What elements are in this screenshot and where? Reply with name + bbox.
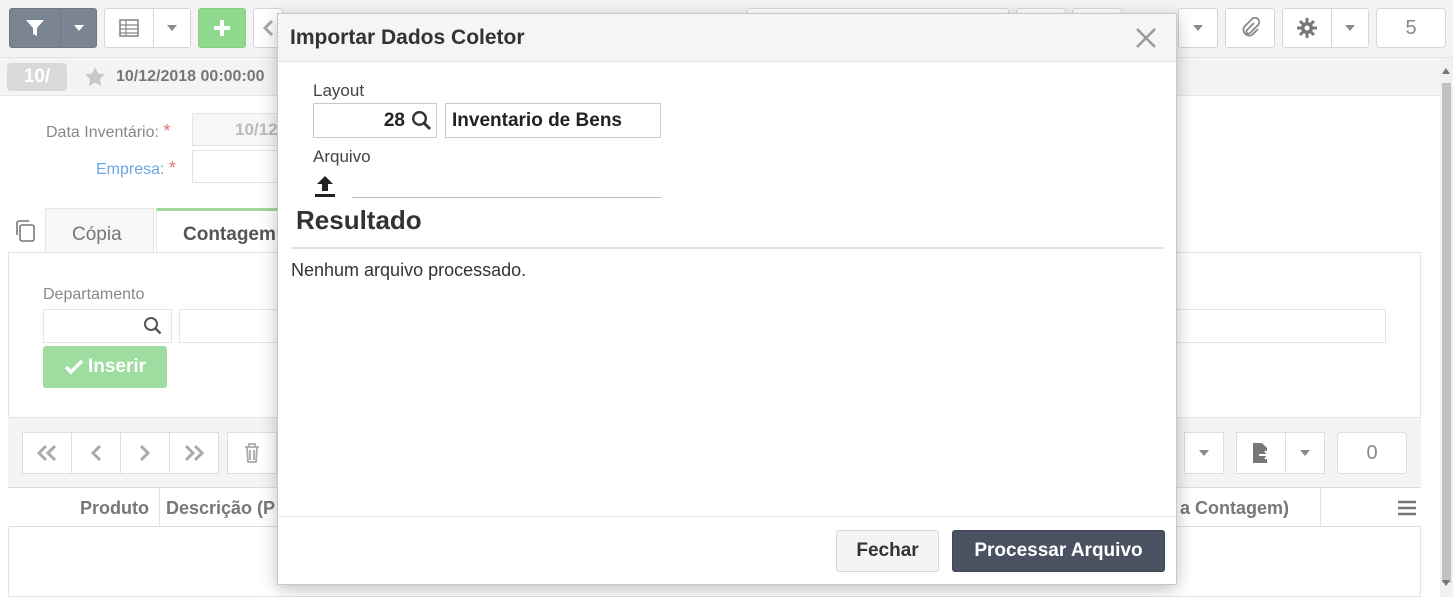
- menu-icon[interactable]: [1397, 499, 1417, 517]
- column-header-contagem[interactable]: a Contagem): [1180, 498, 1289, 519]
- layout-label: Layout: [313, 81, 365, 100]
- dialog-footer: Fechar Processar Arquivo: [278, 516, 1176, 584]
- table-view-button[interactable]: [104, 8, 154, 48]
- result-title: Resultado: [296, 205, 422, 235]
- scroll-thumb[interactable]: [1442, 83, 1451, 583]
- column-header-descricao[interactable]: Descrição (P: [166, 498, 275, 519]
- copy-icon[interactable]: [14, 219, 38, 243]
- departamento-label: Departamento: [43, 286, 145, 303]
- settings-dropdown[interactable]: [1331, 8, 1369, 48]
- filter-icon: [26, 20, 44, 36]
- scroll-down-icon[interactable]: [1442, 580, 1450, 586]
- filter-button[interactable]: [9, 8, 61, 48]
- page-scrollbar[interactable]: [1440, 58, 1453, 597]
- process-file-button[interactable]: Processar Arquivo: [952, 530, 1165, 572]
- search-icon[interactable]: [143, 316, 163, 336]
- delete-button[interactable]: [227, 432, 277, 474]
- next-page-button[interactable]: [120, 432, 170, 474]
- insert-button[interactable]: Inserir: [43, 346, 167, 388]
- filter-dropdown-button[interactable]: [60, 8, 97, 48]
- record-count: 5: [1405, 16, 1417, 39]
- dialog-header: Importar Dados Coletor: [278, 14, 1176, 62]
- layout-code-input[interactable]: 28: [313, 103, 437, 138]
- record-count-badge: 5: [1376, 8, 1446, 48]
- settings-button[interactable]: [1282, 8, 1332, 48]
- chevron-down-icon: [1345, 25, 1355, 31]
- attachments-button[interactable]: [1225, 8, 1275, 48]
- departamento-code-input[interactable]: [43, 309, 172, 343]
- close-icon[interactable]: [1132, 24, 1160, 52]
- file-input-line[interactable]: [352, 197, 661, 198]
- export-button[interactable]: [1236, 432, 1286, 474]
- layout-name-field: Inventario de Bens: [445, 103, 661, 138]
- gear-icon: [1297, 18, 1317, 38]
- dialog-title: Importar Dados Coletor: [290, 26, 525, 49]
- column-header-produto[interactable]: Produto: [80, 498, 149, 519]
- check-icon: [64, 359, 84, 375]
- scroll-up-icon[interactable]: [1442, 68, 1450, 74]
- chevron-left-icon: [262, 19, 274, 37]
- record-date: 10/12/2018 00:00:00: [116, 68, 265, 85]
- data-inventario-field[interactable]: 10/12: [192, 113, 282, 146]
- empresa-label[interactable]: Empresa: *: [96, 158, 176, 179]
- chevron-down-icon: [1199, 450, 1209, 456]
- star-icon[interactable]: [83, 65, 107, 89]
- chevron-down-icon: [1300, 450, 1310, 456]
- tab-copia[interactable]: Cópia: [45, 208, 154, 253]
- first-icon: [36, 444, 57, 462]
- add-button[interactable]: [198, 8, 246, 48]
- chevron-down-icon: [1193, 25, 1203, 31]
- trash-icon: [245, 443, 259, 463]
- last-icon: [184, 444, 205, 462]
- chevron-down-icon: [167, 25, 177, 31]
- empresa-field[interactable]: [192, 150, 282, 183]
- arquivo-label: Arquivo: [313, 147, 371, 166]
- chevron-down-icon: [73, 25, 84, 31]
- prev-icon: [90, 444, 102, 462]
- import-dialog: Importar Dados Coletor Layout 28 Inventa…: [277, 13, 1177, 585]
- export-dropdown[interactable]: [1285, 432, 1325, 474]
- close-button[interactable]: Fechar: [836, 530, 939, 572]
- toolbar-dropdown[interactable]: [1178, 8, 1218, 48]
- search-icon[interactable]: [411, 110, 432, 131]
- export-icon: [1253, 443, 1271, 463]
- table-view-dropdown[interactable]: [153, 8, 191, 48]
- grid-count: 0: [1366, 441, 1378, 464]
- prev-page-button[interactable]: [71, 432, 121, 474]
- result-divider: [291, 247, 1164, 249]
- tab-contagem[interactable]: Contagem: [156, 208, 286, 253]
- last-page-button[interactable]: [169, 432, 219, 474]
- grid-dropdown[interactable]: [1184, 432, 1224, 474]
- data-inventario-label: Data Inventário: *: [46, 121, 171, 141]
- column-divider: [159, 488, 160, 526]
- upload-icon[interactable]: [314, 174, 336, 198]
- next-icon: [139, 444, 151, 462]
- table-icon: [119, 19, 139, 37]
- record-number-badge: 10/: [7, 63, 67, 91]
- first-page-button[interactable]: [22, 432, 72, 474]
- layout-code-value: 28: [383, 110, 405, 131]
- plus-icon: [214, 20, 230, 36]
- paperclip-icon: [1242, 17, 1261, 37]
- result-text: Nenhum arquivo processado.: [291, 260, 527, 280]
- column-divider: [1320, 488, 1321, 526]
- grid-count-badge: 0: [1337, 432, 1407, 474]
